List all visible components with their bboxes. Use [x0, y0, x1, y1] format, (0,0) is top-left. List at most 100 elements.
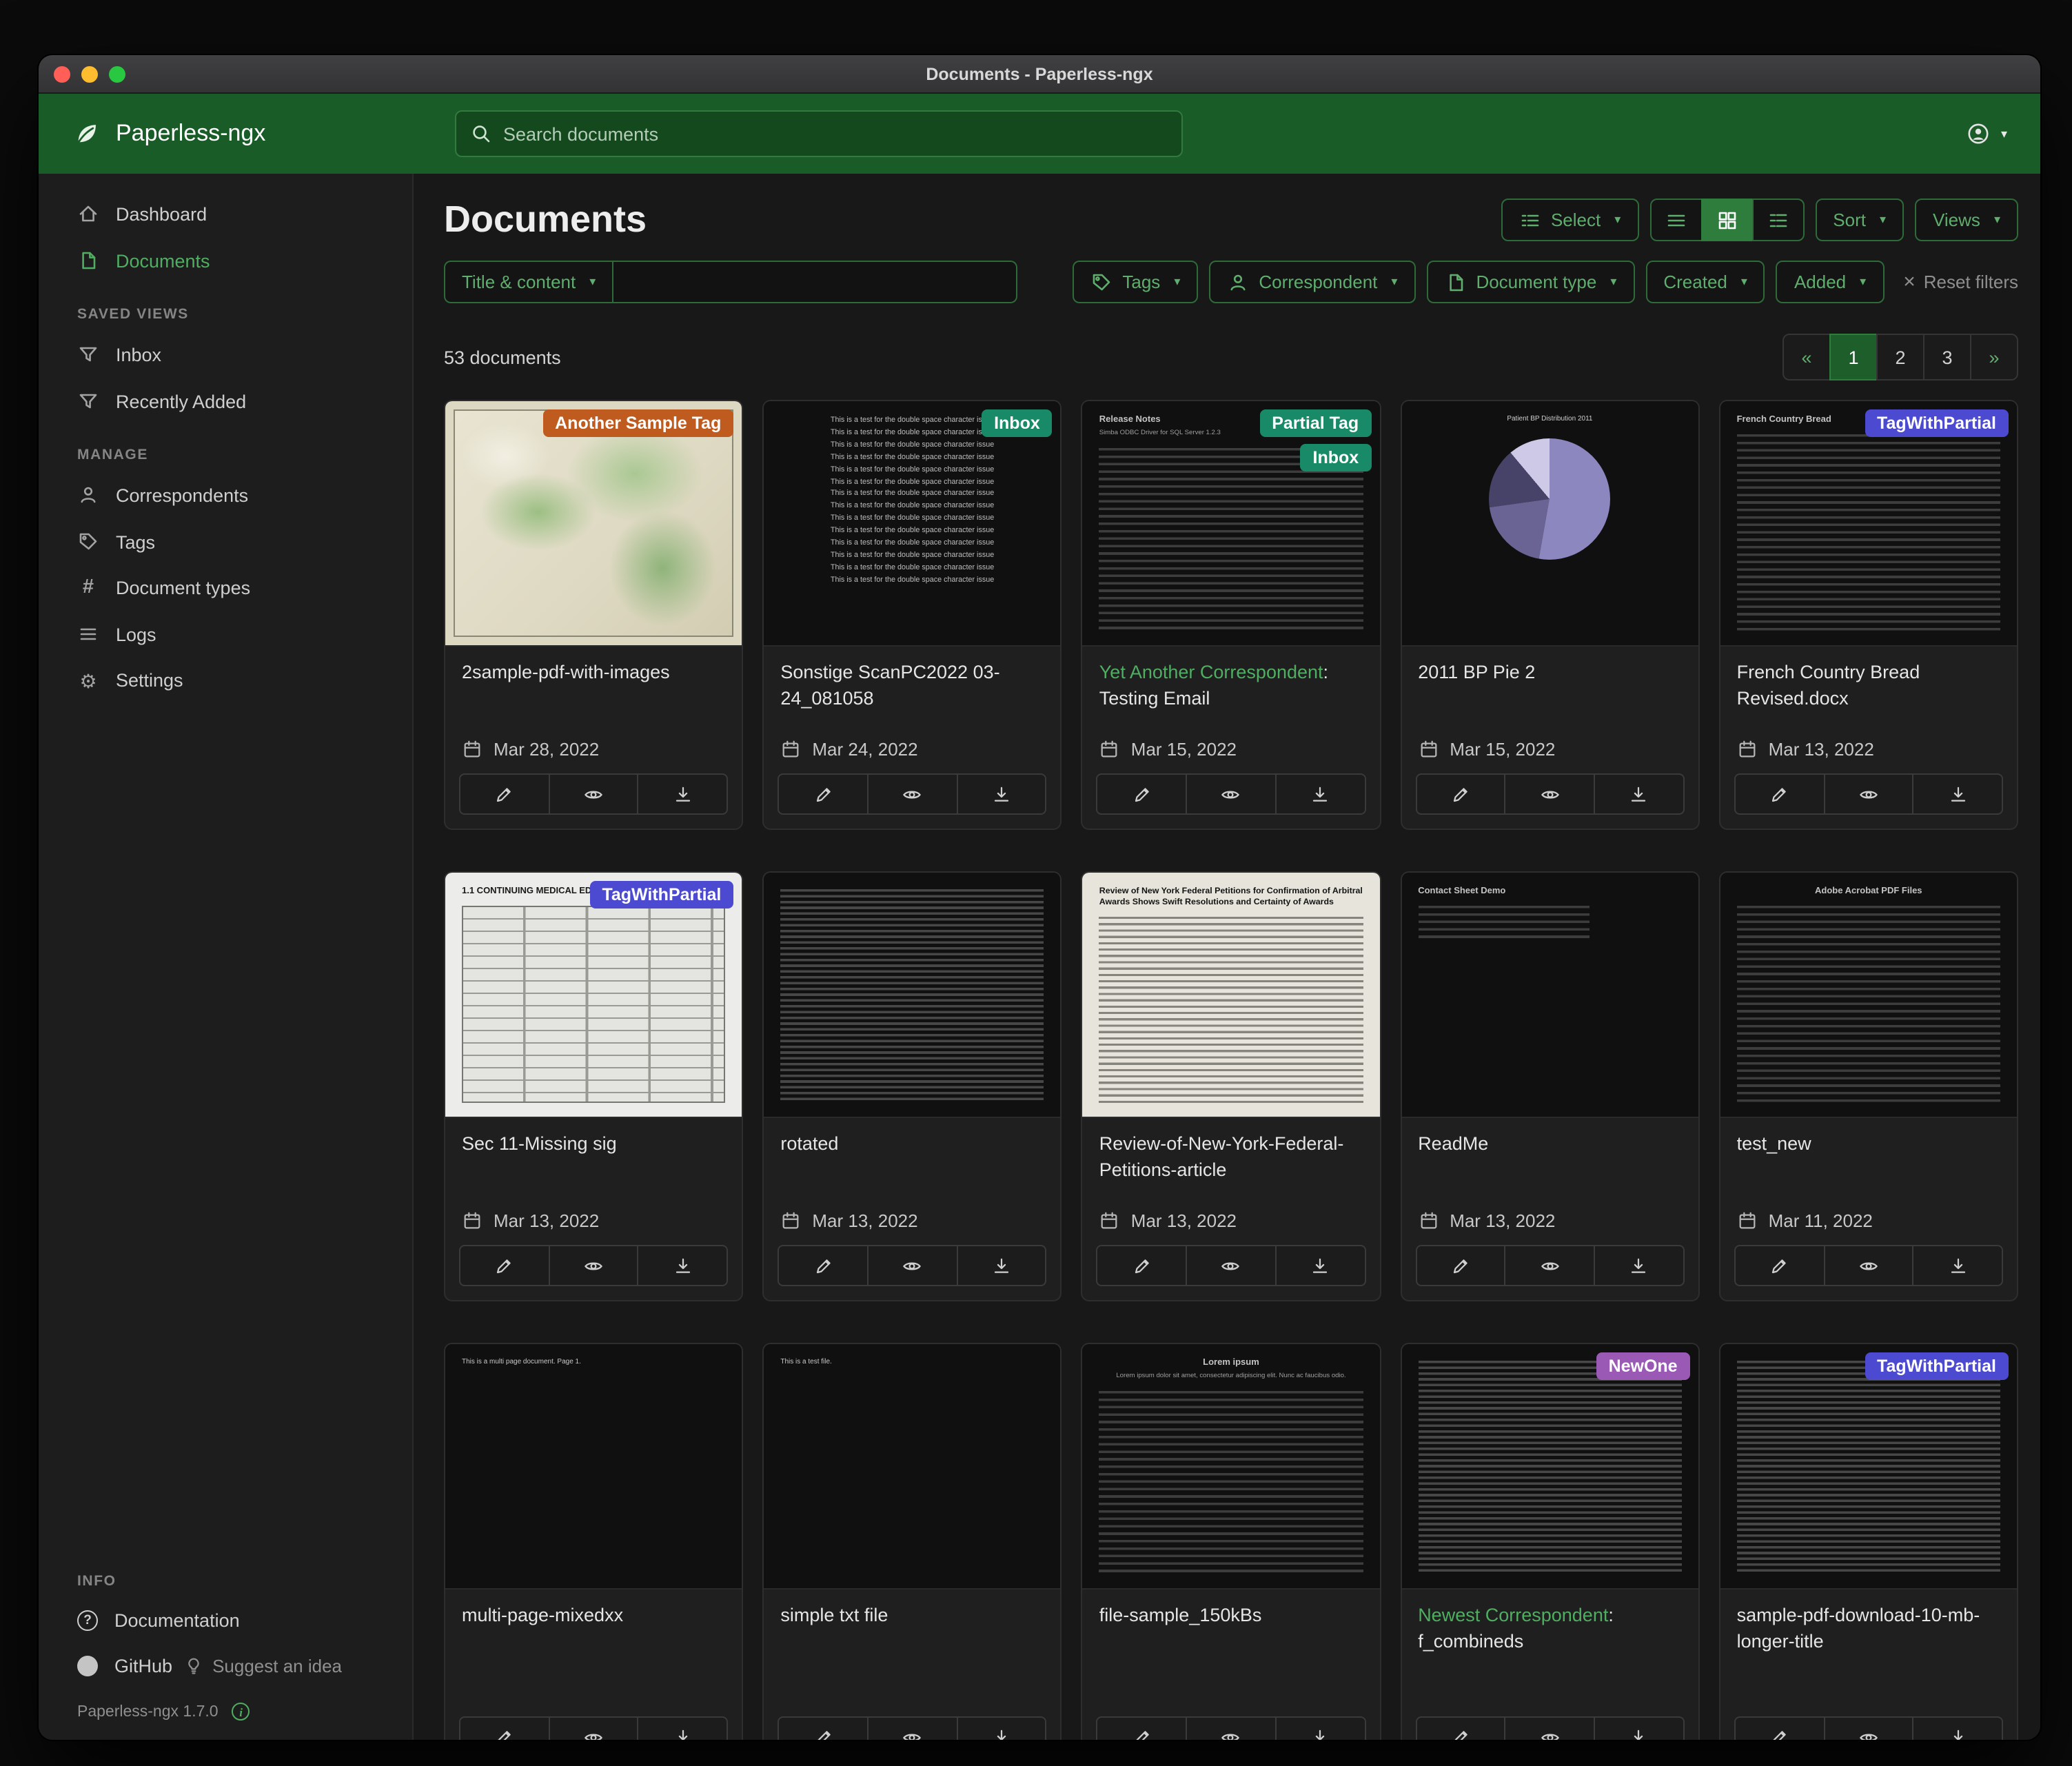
sidebar-item-inbox[interactable]: Inbox [39, 331, 412, 378]
views-button[interactable]: Views ▾ [1915, 199, 2018, 241]
tag-badge[interactable]: Another Sample Tag [542, 409, 733, 437]
sidebar-item-github[interactable]: GitHub [39, 1643, 183, 1689]
edit-document-button[interactable] [1734, 773, 1825, 815]
document-correspondent[interactable]: Yet Another Correspondent [1099, 662, 1323, 682]
user-menu[interactable]: ▾ [1968, 123, 2007, 145]
document-thumbnail[interactable]: Lorem ipsum Lorem ipsum dolor sit amet, … [1083, 1344, 1379, 1590]
sidebar-item-settings[interactable]: ⚙ Settings [39, 658, 412, 703]
document-thumbnail[interactable]: Review of New York Federal Petitions for… [1083, 873, 1379, 1118]
edit-document-button[interactable] [1097, 1245, 1187, 1286]
search-input[interactable] [503, 123, 1168, 144]
download-document-button[interactable] [1594, 773, 1684, 815]
document-title[interactable]: simple txt file [780, 1603, 1044, 1630]
edit-document-button[interactable] [1415, 773, 1505, 815]
document-thumbnail[interactable]: 1.1 CONTINUING MEDICAL EDUCATION TagWith… [445, 873, 742, 1118]
view-document-button[interactable] [1505, 1716, 1595, 1740]
view-document-button[interactable] [1186, 1716, 1276, 1740]
download-document-button[interactable] [1594, 1716, 1684, 1740]
reset-filters-link[interactable]: × Reset filters [1903, 272, 2018, 292]
download-document-button[interactable] [638, 773, 728, 815]
edit-document-button[interactable] [778, 1716, 868, 1740]
document-thumbnail[interactable]: This is a test for the double space char… [764, 401, 1060, 647]
edit-document-button[interactable] [778, 1245, 868, 1286]
download-document-button[interactable] [1913, 1716, 2003, 1740]
sort-button[interactable]: Sort ▾ [1815, 199, 1904, 241]
download-document-button[interactable] [1275, 1245, 1365, 1286]
download-document-button[interactable] [1913, 773, 2003, 815]
list-view-button[interactable] [1649, 199, 1702, 241]
document-thumbnail[interactable]: Release Notes Simba ODBC Driver for SQL … [1083, 401, 1379, 647]
view-document-button[interactable] [1186, 773, 1276, 815]
edit-document-button[interactable] [778, 773, 868, 815]
window-close-button[interactable] [54, 65, 70, 82]
document-thumbnail[interactable]: TagWithPartial [1720, 1344, 2017, 1590]
app-brand[interactable]: Paperless-ngx [72, 119, 455, 149]
tag-badge[interactable]: TagWithPartial [589, 881, 733, 909]
edit-document-button[interactable] [1097, 1716, 1187, 1740]
tag-badge[interactable]: TagWithPartial [1865, 409, 2009, 437]
document-title[interactable]: 2011 BP Pie 2 [1418, 660, 1681, 687]
document-title[interactable]: rotated [780, 1132, 1044, 1158]
download-document-button[interactable] [1594, 1245, 1684, 1286]
view-document-button[interactable] [867, 773, 957, 815]
info-icon[interactable]: i [232, 1703, 250, 1721]
view-document-button[interactable] [548, 773, 638, 815]
document-title[interactable]: sample-pdf-download-10-mb-longer-title [1737, 1603, 2000, 1656]
pagination-page-1[interactable]: 1 [1829, 334, 1878, 380]
view-document-button[interactable] [1823, 1245, 1913, 1286]
document-thumbnail[interactable]: French Country Bread TagWithPartial [1720, 401, 2017, 647]
edit-document-button[interactable] [1734, 1245, 1825, 1286]
download-document-button[interactable] [956, 773, 1046, 815]
tags-filter-button[interactable]: Tags ▾ [1073, 261, 1198, 303]
document-title[interactable]: test_new [1737, 1132, 2000, 1158]
view-document-button[interactable] [1823, 773, 1913, 815]
download-document-button[interactable] [1275, 773, 1365, 815]
edit-document-button[interactable] [1415, 1716, 1505, 1740]
document-title[interactable]: Newest Correspondent: f_combineds [1418, 1603, 1681, 1656]
document-thumbnail[interactable]: NewOne [1401, 1344, 1698, 1590]
document-title[interactable]: Sec 11-Missing sig [462, 1132, 725, 1158]
document-title[interactable]: file-sample_150kBs [1099, 1603, 1363, 1630]
edit-document-button[interactable] [1097, 773, 1187, 815]
pagination-page-3[interactable]: 3 [1923, 334, 1971, 380]
window-zoom-button[interactable] [109, 65, 125, 82]
download-document-button[interactable] [1913, 1245, 2003, 1286]
document-title[interactable]: Review-of-New-York-Federal-Petitions-art… [1099, 1132, 1363, 1184]
download-document-button[interactable] [956, 1716, 1046, 1740]
document-thumbnail[interactable]: This is a multi page document. Page 1. [445, 1344, 742, 1590]
document-thumbnail[interactable]: Patient BP Distribution 2011 [1401, 401, 1698, 647]
document-title[interactable]: ReadMe [1418, 1132, 1681, 1158]
download-document-button[interactable] [1275, 1716, 1365, 1740]
document-title[interactable]: 2sample-pdf-with-images [462, 660, 725, 687]
view-document-button[interactable] [867, 1245, 957, 1286]
document-thumbnail[interactable]: Contact Sheet Demo [1401, 873, 1698, 1118]
sidebar-item-document-types[interactable]: # Document types [39, 565, 412, 611]
sidebar-item-tags[interactable]: Tags [39, 518, 412, 565]
download-document-button[interactable] [638, 1245, 728, 1286]
created-filter-button[interactable]: Created ▾ [1645, 261, 1765, 303]
grid-view-button[interactable] [1700, 199, 1753, 241]
added-filter-button[interactable]: Added ▾ [1776, 261, 1884, 303]
title-content-dropdown[interactable]: Title & content ▾ [444, 261, 613, 303]
detail-view-button[interactable] [1751, 199, 1804, 241]
tag-badge[interactable]: TagWithPartial [1865, 1352, 2009, 1380]
view-document-button[interactable] [1823, 1716, 1913, 1740]
tag-badge[interactable]: Inbox [982, 409, 1053, 437]
correspondent-filter-button[interactable]: Correspondent ▾ [1209, 261, 1415, 303]
sidebar-item-correspondents[interactable]: Correspondents [39, 471, 412, 518]
edit-document-button[interactable] [1415, 1245, 1505, 1286]
pagination-page-2[interactable]: 2 [1876, 334, 1924, 380]
document-thumbnail[interactable] [764, 873, 1060, 1118]
document-title[interactable]: Yet Another Correspondent: Testing Email [1099, 660, 1363, 713]
sidebar-item-recently-added[interactable]: Recently Added [39, 378, 412, 425]
pagination-prev-button[interactable]: « [1782, 334, 1831, 380]
view-document-button[interactable] [867, 1716, 957, 1740]
document-title[interactable]: multi-page-mixedxx [462, 1603, 725, 1630]
view-document-button[interactable] [1186, 1245, 1276, 1286]
sidebar-item-documents[interactable]: Documents [39, 237, 412, 284]
view-document-button[interactable] [1505, 773, 1595, 815]
edit-document-button[interactable] [1734, 1716, 1825, 1740]
filter-text-input[interactable] [613, 261, 1017, 303]
sidebar-item-documentation[interactable]: ? Documentation [39, 1598, 412, 1643]
edit-document-button[interactable] [459, 1245, 549, 1286]
